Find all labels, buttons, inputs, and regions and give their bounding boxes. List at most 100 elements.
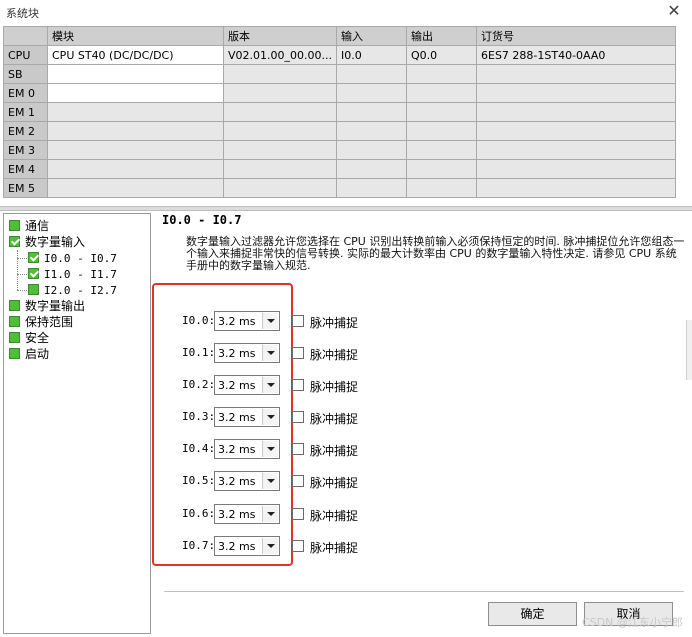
version-cell [223, 159, 337, 179]
pulse-catch-checkbox[interactable] [292, 411, 304, 423]
chevron-down-icon[interactable] [262, 313, 278, 329]
section-title: I0.0 - I0.7 [162, 213, 242, 227]
tree-item-i1[interactable]: I1.0 - I1.7 [28, 266, 117, 282]
output-cell [406, 121, 477, 141]
output-cell [406, 102, 477, 122]
pulse-catch-label: 脉冲捕捉 [310, 348, 359, 362]
table-row[interactable]: CPU CPU ST40 (DC/DC/DC) V02.01.00_00.00.… [3, 45, 676, 65]
ok-button[interactable]: 确定 [488, 602, 577, 626]
input-label: I0.2: [182, 378, 216, 391]
chevron-down-icon[interactable] [262, 538, 278, 554]
pulse-catch-checkbox[interactable] [292, 315, 304, 327]
table-row[interactable]: SB [3, 64, 676, 84]
output-cell: Q0.0 [406, 45, 477, 65]
module-cell[interactable] [47, 178, 224, 198]
title-bar: 系统块 ✕ [0, 0, 692, 24]
input-label: I0.3: [182, 410, 216, 423]
window-title: 系统块 [6, 7, 39, 20]
slot-cell: CPU [3, 45, 48, 65]
order-cell [476, 178, 676, 198]
pulse-catch-checkbox[interactable] [292, 475, 304, 487]
module-cell[interactable] [47, 140, 224, 160]
filter-dropdown[interactable]: 3.2 ms [214, 439, 280, 459]
pulse-catch-checkbox[interactable] [292, 540, 304, 552]
header-module: 模块 [47, 26, 224, 46]
section-description: 数字量输入过滤器允许您选择在 CPU 识别出转换前输入必须保持恒定的时间. 脉冲… [186, 235, 685, 272]
check-icon [28, 268, 39, 279]
slot-cell: EM 0 [3, 83, 48, 103]
check-icon [9, 332, 20, 343]
input-label: I0.1: [182, 346, 216, 359]
check-icon [9, 300, 20, 311]
tree-item-i2[interactable]: I2.0 - I2.7 [28, 282, 117, 298]
pulse-catch-label: 脉冲捕捉 [310, 541, 359, 555]
header-input: 输入 [336, 26, 407, 46]
input-cell [336, 64, 407, 84]
pulse-catch-label: 脉冲捕捉 [310, 444, 359, 458]
check-icon [28, 284, 39, 295]
slot-cell: EM 2 [3, 121, 48, 141]
filter-dropdown[interactable]: 3.2 ms [214, 343, 280, 363]
header-version: 版本 [223, 26, 337, 46]
module-cell[interactable] [47, 121, 224, 141]
pulse-catch-label: 脉冲捕捉 [310, 316, 359, 330]
module-cell[interactable] [47, 83, 224, 103]
table-row[interactable]: EM 4 [3, 159, 676, 179]
header-output: 输出 [406, 26, 477, 46]
input-label: I0.4: [182, 442, 216, 455]
header-corner [3, 26, 48, 46]
tree-item-i0[interactable]: I0.0 - I0.7 [28, 250, 117, 266]
filter-dropdown[interactable]: 3.2 ms [214, 407, 280, 427]
table-row[interactable]: EM 5 [3, 178, 676, 198]
filter-dropdown[interactable]: 3.2 ms [214, 504, 280, 524]
tree-item-digital-output[interactable]: 数字量输出 [9, 298, 85, 314]
tree-item-digital-input[interactable]: 数字量输入 [9, 234, 85, 250]
version-cell [223, 64, 337, 84]
chevron-down-icon[interactable] [262, 473, 278, 489]
config-panel: I0.0 - I0.7 数字量输入过滤器允许您选择在 CPU 识别出转换前输入必… [152, 213, 690, 634]
input-label: I0.5: [182, 474, 216, 487]
check-icon [9, 316, 20, 327]
pane-splitter[interactable] [0, 206, 692, 211]
pulse-catch-checkbox[interactable] [292, 443, 304, 455]
version-cell [223, 178, 337, 198]
tree-item-startup[interactable]: 启动 [9, 346, 49, 362]
close-icon[interactable]: ✕ [664, 1, 684, 21]
chevron-down-icon[interactable] [262, 377, 278, 393]
version-cell [223, 140, 337, 160]
filter-dropdown[interactable]: 3.2 ms [214, 536, 280, 556]
chevron-down-icon[interactable] [262, 506, 278, 522]
chevron-down-icon[interactable] [262, 441, 278, 457]
input-label: I0.7: [182, 539, 216, 552]
chevron-down-icon[interactable] [262, 409, 278, 425]
module-grid-area: 模块 版本 输入 输出 订货号 CPU CPU ST40 (DC/DC/DC) … [0, 24, 692, 206]
slot-cell: EM 1 [3, 102, 48, 122]
module-cell[interactable] [47, 102, 224, 122]
order-cell: 6ES7 288-1ST40-0AA0 [476, 45, 676, 65]
table-header-row: 模块 版本 输入 输出 订货号 [3, 26, 676, 46]
filter-dropdown[interactable]: 3.2 ms [214, 375, 280, 395]
tree-connector [17, 250, 18, 290]
table-row[interactable]: EM 2 [3, 121, 676, 141]
divider [164, 591, 684, 592]
pulse-catch-checkbox[interactable] [292, 508, 304, 520]
tree-item-communication[interactable]: 通信 [9, 218, 49, 234]
tree-item-security[interactable]: 安全 [9, 330, 49, 346]
table-row[interactable]: EM 1 [3, 102, 676, 122]
chevron-down-icon[interactable] [262, 345, 278, 361]
module-cell[interactable] [47, 64, 224, 84]
module-cell[interactable]: CPU ST40 (DC/DC/DC) [47, 45, 224, 65]
table-row[interactable]: EM 0 [3, 83, 676, 103]
pulse-catch-checkbox[interactable] [292, 347, 304, 359]
table-row[interactable]: EM 3 [3, 140, 676, 160]
filter-dropdown[interactable]: 3.2 ms [214, 471, 280, 491]
pulse-catch-checkbox[interactable] [292, 379, 304, 391]
filter-dropdown[interactable]: 3.2 ms [214, 311, 280, 331]
module-cell[interactable] [47, 159, 224, 179]
version-cell: V02.01.00_00.00... [223, 45, 337, 65]
watermark: CSDN @江东小宁郎 [582, 616, 683, 629]
order-cell [476, 64, 676, 84]
slot-cell: EM 3 [3, 140, 48, 160]
tree-item-retentive-ranges[interactable]: 保持范围 [9, 314, 73, 330]
check-icon [9, 348, 20, 359]
